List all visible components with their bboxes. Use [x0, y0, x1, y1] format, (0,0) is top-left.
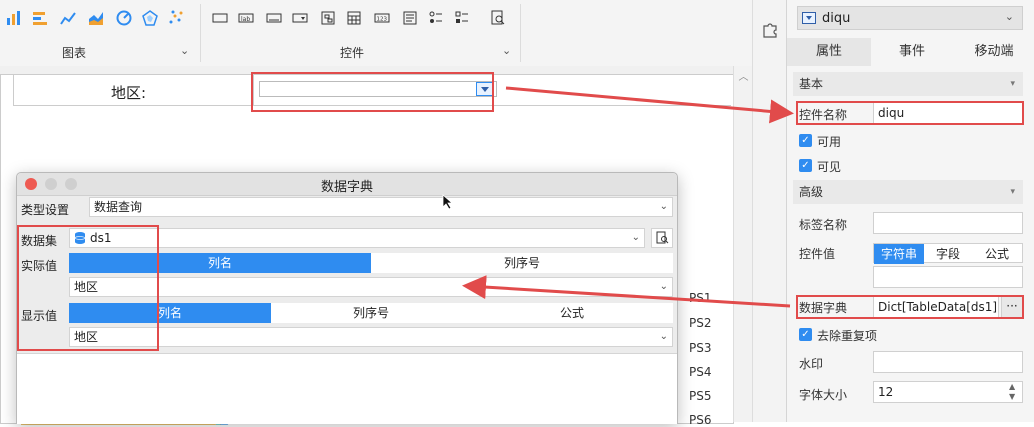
arrow-dictionary-to-dialog [462, 275, 791, 308]
annotation-arrows [462, 86, 794, 308]
arrow-widget-to-name [505, 86, 794, 124]
